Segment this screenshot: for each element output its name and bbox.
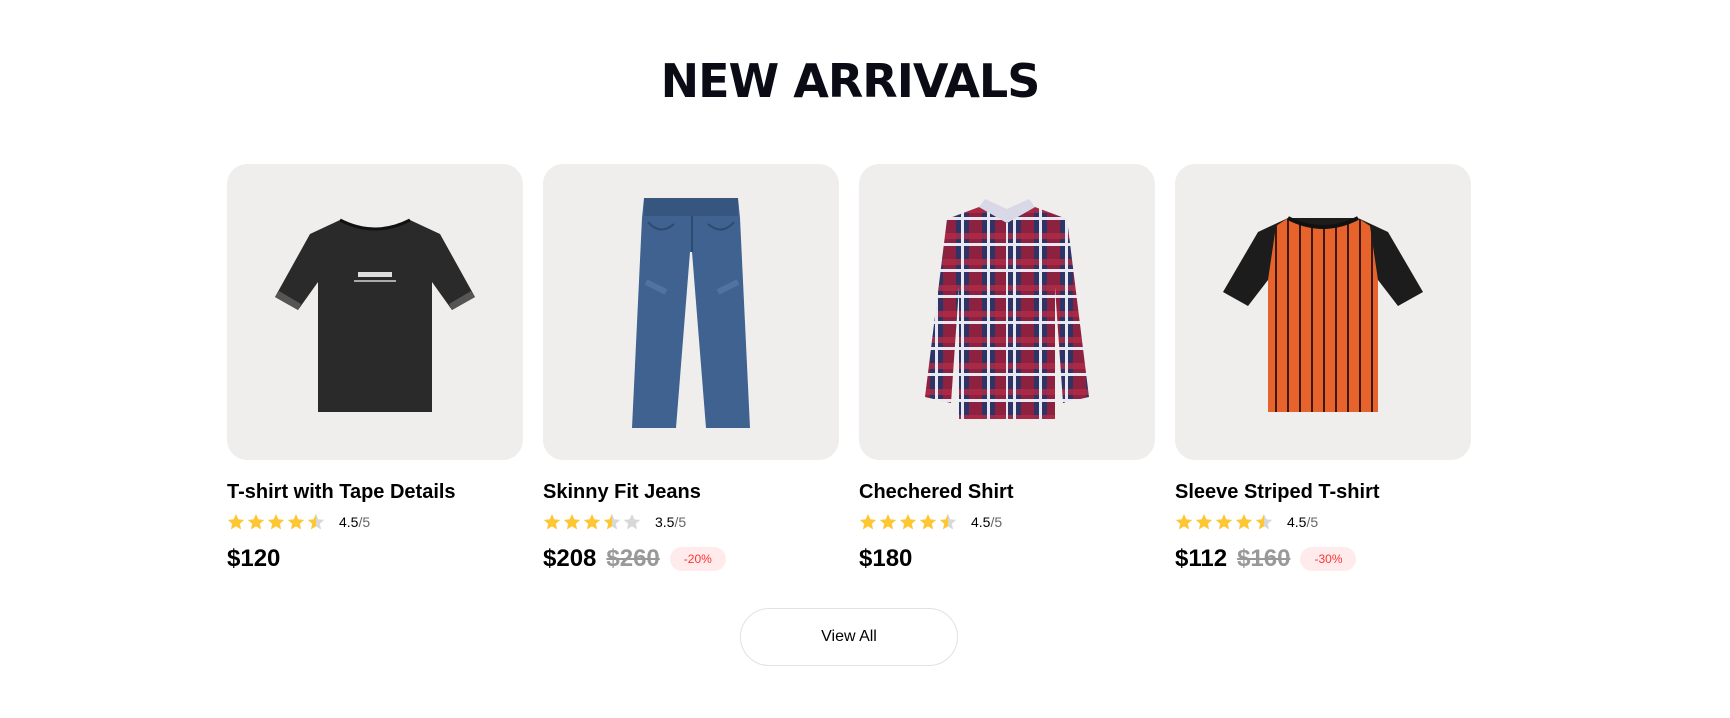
rating-text: 4.5/5	[339, 514, 370, 530]
star-rating	[1175, 513, 1273, 531]
star-full-icon	[267, 514, 285, 530]
product-card[interactable]: Skinny Fit Jeans 3.5/5 $208 $260 -20%	[543, 164, 839, 576]
rating-row: 3.5/5	[543, 512, 839, 532]
star-full-icon	[227, 514, 245, 530]
star-full-icon	[583, 514, 601, 530]
product-name[interactable]: T-shirt with Tape Details	[227, 480, 523, 504]
view-all-button[interactable]: View All	[740, 608, 958, 666]
plaid-shirt-icon	[925, 199, 1089, 419]
striped-tshirt-icon	[1223, 216, 1423, 412]
star-empty-icon	[623, 514, 641, 530]
price-row: $112 $160 -30%	[1175, 542, 1471, 576]
price-row: $208 $260 -20%	[543, 542, 839, 576]
price: $112	[1175, 545, 1228, 572]
price-row: $120	[227, 542, 523, 576]
star-rating	[859, 513, 957, 531]
product-name[interactable]: Sleeve Striped T-shirt	[1175, 480, 1471, 504]
rating-value: 3.5	[655, 514, 675, 530]
star-full-icon	[247, 514, 265, 530]
rating-text: 4.5/5	[971, 514, 1002, 530]
rating-max: /5	[990, 514, 1003, 530]
old-price: $160	[1237, 545, 1291, 572]
jeans-icon	[632, 198, 750, 428]
star-rating	[227, 513, 325, 531]
star-full-icon	[1175, 514, 1193, 530]
star-full-icon	[919, 514, 937, 530]
product-image[interactable]	[1175, 164, 1471, 460]
section-title: NEW ARRIVALS	[660, 54, 1041, 108]
star-full-icon	[543, 514, 561, 530]
star-half-icon	[1255, 514, 1273, 530]
rating-value: 4.5	[971, 514, 991, 530]
star-full-icon	[1235, 514, 1253, 530]
product-image[interactable]	[227, 164, 523, 460]
rating-text: 4.5/5	[1287, 514, 1318, 530]
star-half-icon	[307, 514, 325, 530]
price: $180	[859, 545, 913, 572]
star-full-icon	[1215, 514, 1233, 530]
discount-badge: -30%	[1300, 547, 1357, 571]
star-half-icon	[939, 514, 957, 530]
rating-max: /5	[674, 514, 687, 530]
star-full-icon	[899, 514, 917, 530]
rating-value: 4.5	[339, 514, 359, 530]
rating-row: 4.5/5	[227, 512, 523, 532]
product-card[interactable]: Chechered Shirt 4.5/5 $180	[859, 164, 1155, 576]
rating-text: 3.5/5	[655, 514, 686, 530]
rating-row: 4.5/5	[1175, 512, 1471, 532]
old-price: $260	[606, 545, 660, 572]
rating-row: 4.5/5	[859, 512, 1155, 532]
product-name[interactable]: Skinny Fit Jeans	[543, 480, 839, 504]
product-name[interactable]: Chechered Shirt	[859, 480, 1155, 504]
price: $120	[227, 545, 281, 572]
star-full-icon	[287, 514, 305, 530]
rating-max: /5	[358, 514, 371, 530]
star-rating	[543, 513, 641, 531]
star-half-icon	[603, 514, 621, 530]
star-full-icon	[879, 514, 897, 530]
product-card[interactable]: Sleeve Striped T-shirt 4.5/5 $112 $160 -…	[1175, 164, 1471, 576]
star-full-icon	[1195, 514, 1213, 530]
rating-value: 4.5	[1287, 514, 1307, 530]
discount-badge: -20%	[669, 547, 726, 571]
price: $208	[543, 545, 597, 572]
price-row: $180	[859, 542, 1155, 576]
star-full-icon	[563, 514, 581, 530]
product-image[interactable]	[543, 164, 839, 460]
star-full-icon	[859, 514, 877, 530]
rating-max: /5	[1306, 514, 1319, 530]
black-tshirt-icon	[275, 218, 475, 412]
product-image[interactable]	[859, 164, 1155, 460]
product-card[interactable]: T-shirt with Tape Details 4.5/5 $120	[227, 164, 523, 576]
